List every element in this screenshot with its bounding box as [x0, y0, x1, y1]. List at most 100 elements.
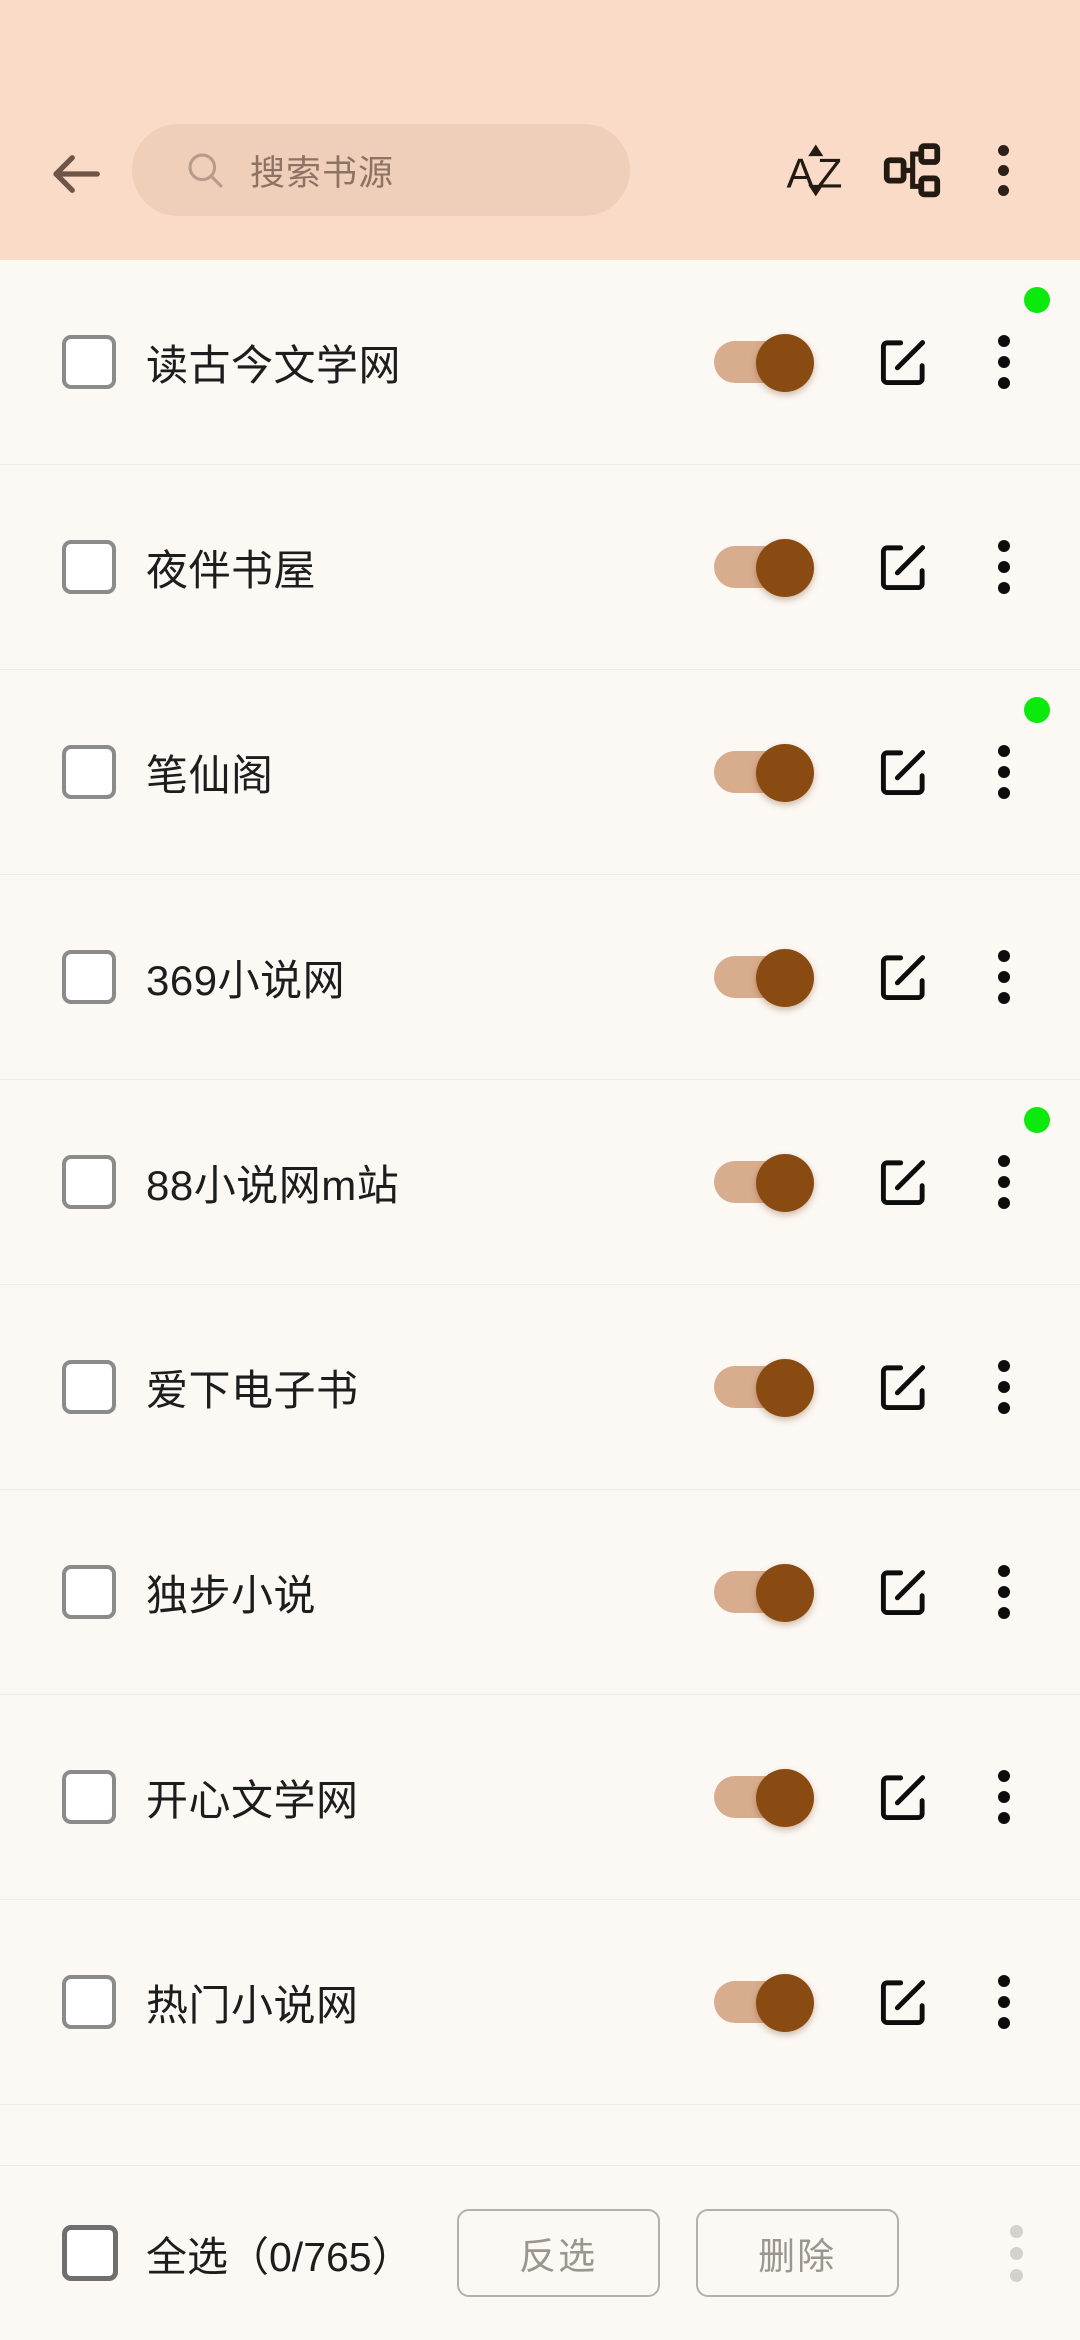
sort-az-button[interactable]: A Z	[768, 124, 864, 216]
toggle-thumb	[756, 949, 814, 1007]
edit-square-icon	[880, 955, 926, 1000]
table-row[interactable]: 热门小说网	[0, 1900, 1080, 2105]
kebab-menu-icon	[998, 1975, 1010, 2029]
sort-alpha-icon: A Z	[787, 144, 842, 197]
kebab-menu-icon	[998, 540, 1010, 594]
table-row[interactable]: 爱下电子书	[0, 1285, 1080, 1490]
back-arrow-icon	[53, 155, 100, 193]
toggle-thumb	[756, 1154, 814, 1212]
row-overflow-button[interactable]	[962, 1107, 1050, 1225]
toggle-thumb	[756, 744, 814, 802]
row-checkbox[interactable]	[62, 1770, 116, 1824]
kebab-menu-icon	[1009, 2224, 1023, 2282]
edit-button[interactable]	[860, 1754, 946, 1840]
row-actions	[714, 1107, 1050, 1225]
row-checkbox[interactable]	[62, 1975, 116, 2029]
row-overflow-button[interactable]	[962, 524, 1046, 610]
invert-selection-button[interactable]: 反选	[456, 2209, 660, 2297]
table-row[interactable]: 读古今文学网	[0, 260, 1080, 465]
book-source-name: 开心文学网	[146, 1776, 359, 1824]
row-checkbox[interactable]	[62, 950, 116, 1004]
row-checkbox[interactable]	[62, 745, 116, 799]
enable-toggle[interactable]	[714, 1564, 814, 1622]
edit-button[interactable]	[860, 524, 946, 610]
edit-button[interactable]	[860, 1549, 946, 1635]
search-input[interactable]: 搜索书源	[132, 124, 630, 216]
row-overflow-button[interactable]	[962, 697, 1050, 815]
select-all-label: 全选（0/765）	[146, 2234, 413, 2280]
toggle-thumb	[756, 539, 814, 597]
row-actions	[714, 697, 1050, 815]
table-row[interactable]: 夜伴书屋	[0, 465, 1080, 670]
kebab-menu-icon	[998, 1770, 1010, 1824]
enable-toggle[interactable]	[714, 744, 814, 802]
enable-toggle[interactable]	[714, 539, 814, 597]
group-button[interactable]	[864, 124, 960, 216]
search-icon	[188, 153, 223, 188]
enable-toggle[interactable]	[714, 1769, 814, 1827]
delete-button[interactable]: 删除	[695, 2209, 899, 2297]
edit-button[interactable]	[860, 1139, 946, 1225]
row-checkbox[interactable]	[62, 1360, 116, 1414]
edit-square-icon	[880, 1570, 926, 1615]
book-source-name: 爱下电子书	[146, 1366, 359, 1414]
book-source-name: 独步小说	[146, 1571, 317, 1619]
book-source-list[interactable]: 读古今文学网 夜伴书屋 笔仙阁 369小说网 88小说网m站 爱下电子书 独步小…	[0, 260, 1080, 2165]
toggle-thumb	[756, 1769, 814, 1827]
edit-square-icon	[880, 1980, 926, 2025]
book-source-name: 369小说网	[146, 956, 346, 1004]
row-actions	[714, 1344, 1046, 1430]
edit-button[interactable]	[860, 1344, 946, 1430]
row-checkbox[interactable]	[62, 335, 116, 389]
kebab-menu-icon	[997, 144, 1009, 196]
row-overflow-button[interactable]	[962, 1549, 1046, 1635]
table-row[interactable]: 独步小说	[0, 1490, 1080, 1695]
enable-toggle[interactable]	[714, 334, 814, 392]
edit-square-icon	[880, 1160, 926, 1205]
enable-toggle[interactable]	[714, 1359, 814, 1417]
action-buttons: 反选 删除	[456, 2209, 899, 2297]
edit-square-icon	[880, 1775, 926, 1820]
search-placeholder: 搜索书源	[250, 153, 395, 193]
status-dot	[1024, 1107, 1050, 1133]
row-checkbox[interactable]	[62, 540, 116, 594]
edit-button[interactable]	[860, 319, 946, 405]
table-row[interactable]: 88小说网m站	[0, 1080, 1080, 1285]
row-actions	[714, 287, 1050, 405]
edit-square-icon	[880, 1365, 926, 1410]
row-overflow-button[interactable]	[962, 287, 1050, 405]
back-button[interactable]	[34, 132, 118, 216]
row-checkbox[interactable]	[62, 1155, 116, 1209]
svg-text:Z: Z	[817, 151, 842, 197]
row-actions	[714, 524, 1046, 610]
edit-button[interactable]	[860, 729, 946, 815]
row-overflow-button[interactable]	[962, 1959, 1046, 2045]
header-overflow-button[interactable]	[960, 124, 1046, 216]
svg-text:A: A	[787, 151, 815, 197]
kebab-menu-icon	[998, 950, 1010, 1004]
row-overflow-button[interactable]	[962, 934, 1046, 1020]
row-overflow-button[interactable]	[962, 1344, 1046, 1430]
select-all-checkbox[interactable]	[62, 2225, 118, 2281]
edit-button[interactable]	[860, 1959, 946, 2045]
toggle-thumb	[756, 1974, 814, 2032]
enable-toggle[interactable]	[714, 1974, 814, 2032]
status-dot	[1024, 287, 1050, 313]
status-dot	[1024, 697, 1050, 723]
row-overflow-button[interactable]	[962, 1754, 1046, 1840]
row-actions	[714, 934, 1046, 1020]
edit-button[interactable]	[860, 934, 946, 1020]
bottom-overflow-button[interactable]	[978, 2209, 1054, 2297]
table-row[interactable]: 369小说网	[0, 875, 1080, 1080]
table-row[interactable]: 笔仙阁	[0, 670, 1080, 875]
enable-toggle[interactable]	[714, 949, 814, 1007]
table-row[interactable]: 开心文学网	[0, 1695, 1080, 1900]
toggle-thumb	[756, 1564, 814, 1622]
row-actions	[714, 1959, 1046, 2045]
edit-square-icon	[880, 545, 926, 590]
row-actions	[714, 1549, 1046, 1635]
row-actions	[714, 1754, 1046, 1840]
enable-toggle[interactable]	[714, 1154, 814, 1212]
row-checkbox[interactable]	[62, 1565, 116, 1619]
kebab-menu-icon	[998, 745, 1010, 799]
